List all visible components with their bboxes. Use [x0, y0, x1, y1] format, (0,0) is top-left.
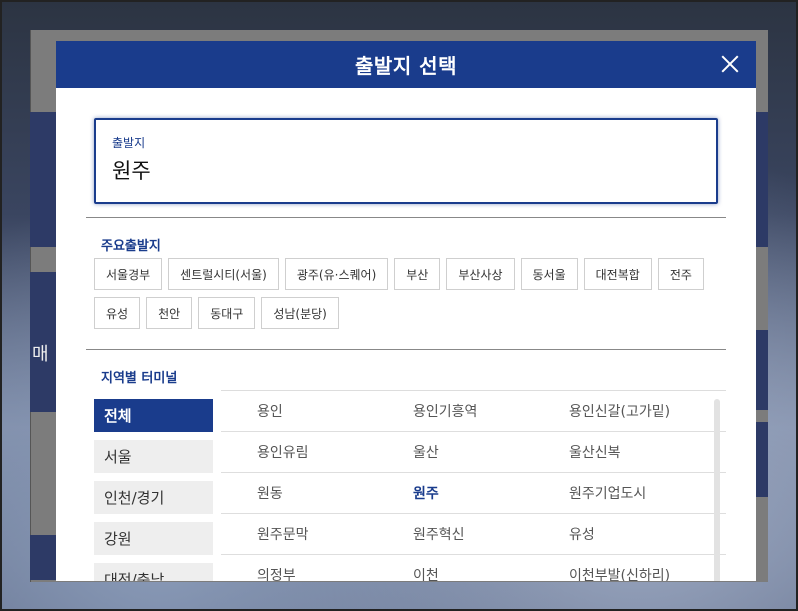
major-origin-chip[interactable]: 성남(분당): [261, 297, 339, 329]
terminal-item[interactable]: 울산: [377, 442, 533, 462]
major-origin-chip[interactable]: 동서울: [520, 258, 578, 290]
terminal-item[interactable]: 용인기흥역: [377, 401, 533, 421]
terminal-item[interactable]: 용인: [221, 401, 377, 421]
region-tab-list: 전체 서울 인천/경기 강원 대전/충남: [94, 399, 213, 581]
divider: [86, 217, 726, 218]
region-tab-daejeon-chungnam[interactable]: 대전/충남: [94, 563, 213, 581]
background-side-panel: [30, 112, 56, 247]
terminal-item[interactable]: 원주문막: [221, 524, 377, 544]
major-origin-chip[interactable]: 유성: [94, 297, 141, 329]
terminal-item[interactable]: 원주기업도시: [533, 483, 689, 503]
major-origin-chip[interactable]: 부산사상: [446, 258, 515, 290]
regional-terminals-title: 지역별 터미널: [101, 371, 178, 386]
major-origin-chip[interactable]: 센트럴시티(서울): [168, 258, 279, 290]
major-origin-chip[interactable]: 동대구: [198, 297, 256, 329]
terminal-row: 용인 용인기흥역 용인신갈(고가밑): [221, 391, 726, 432]
terminal-row: 용인유림 울산 울산신복: [221, 432, 726, 473]
terminal-item[interactable]: 이천부발(신하리): [533, 565, 689, 581]
major-origin-chip[interactable]: 대전복합: [583, 258, 652, 290]
terminal-row: 원동 원주 원주기업도시: [221, 473, 726, 514]
terminal-row: 의정부 이천 이천부발(신하리): [221, 555, 726, 581]
terminal-item[interactable]: 용인유림: [221, 442, 377, 462]
terminal-item[interactable]: 이천: [377, 565, 533, 581]
origin-field[interactable]: 출발지 원주: [94, 118, 718, 204]
terminal-item[interactable]: 원동: [221, 483, 377, 503]
origin-value[interactable]: 원주: [112, 155, 700, 185]
terminal-item[interactable]: 원주혁신: [377, 524, 533, 544]
region-tab-incheon-gyeonggi[interactable]: 인천/경기: [94, 481, 213, 514]
major-origin-chip[interactable]: 천안: [146, 297, 193, 329]
major-origin-chip[interactable]: 광주(유·스퀘어): [284, 258, 389, 290]
background-side-panel: [754, 112, 768, 247]
divider: [86, 349, 726, 350]
terminal-item-selected[interactable]: 원주: [377, 483, 533, 503]
region-tab-gangwon[interactable]: 강원: [94, 522, 213, 555]
terminal-item[interactable]: 용인신갈(고가밑): [533, 401, 689, 421]
terminal-grid: 용인 용인기흥역 용인신갈(고가밑) 용인유림 울산 울산신복 원동 원주 원주…: [221, 390, 726, 581]
background-side-panel: [30, 535, 56, 580]
modal-header: 출발지 선택: [56, 41, 756, 88]
major-origin-chip[interactable]: 부산: [394, 258, 441, 290]
major-origin-chip[interactable]: 서울경부: [94, 258, 163, 290]
major-origins-list: 서울경부 센트럴시티(서울) 광주(유·스퀘어) 부산 부산사상 동서울 대전복…: [94, 258, 714, 329]
origin-select-modal: 출발지 선택 출발지 원주 주요출발지 서울경부 센트럴시티(서울) 광주(유·…: [56, 41, 756, 581]
region-tab-all[interactable]: 전체: [94, 399, 213, 432]
terminal-item[interactable]: 유성: [533, 524, 689, 544]
terminal-item[interactable]: 울산신복: [533, 442, 689, 462]
region-tab-seoul[interactable]: 서울: [94, 440, 213, 473]
origin-label: 출발지: [112, 136, 146, 150]
major-origins-title: 주요출발지: [101, 239, 161, 254]
modal-title: 출발지 선택: [355, 54, 457, 78]
background-side-panel: [754, 422, 768, 497]
major-origin-chip[interactable]: 전주: [657, 258, 704, 290]
terminal-row: 원주문막 원주혁신 유성: [221, 514, 726, 555]
close-icon[interactable]: [716, 50, 744, 78]
terminal-scrollbar[interactable]: [714, 399, 720, 581]
background-text: 매: [32, 344, 49, 365]
background-side-panel: [754, 330, 768, 410]
terminal-item[interactable]: 의정부: [221, 565, 377, 581]
